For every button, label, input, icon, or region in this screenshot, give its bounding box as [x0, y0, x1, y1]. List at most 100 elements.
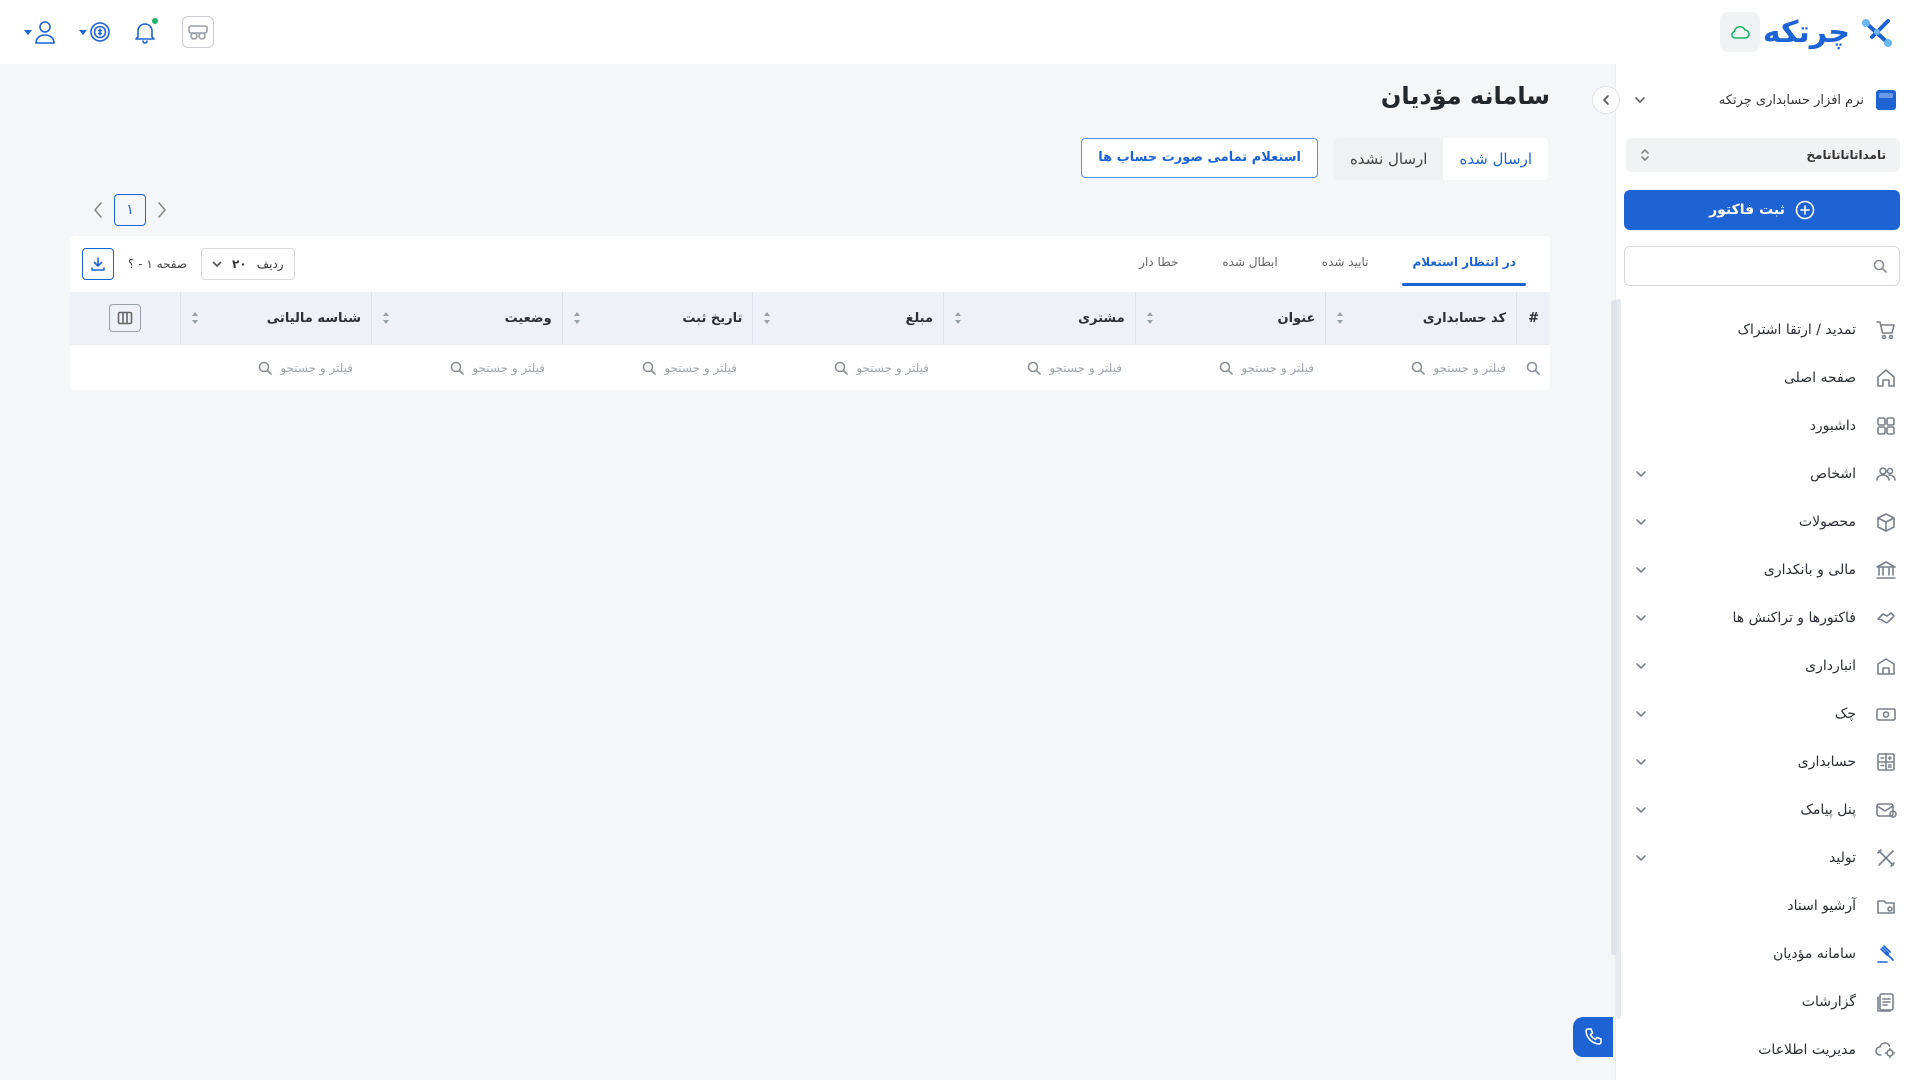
notifications-button[interactable] [134, 12, 160, 52]
column-header-tax-id[interactable]: شناسه مالیاتی [180, 292, 371, 344]
sidebar-item-cheque[interactable]: چک [1615, 690, 1920, 738]
sidebar-item-finance[interactable]: مالی و بانکداری [1615, 546, 1920, 594]
top-actions [24, 12, 214, 52]
user-menu-button[interactable] [24, 12, 57, 52]
sidebar-item-products[interactable]: محصولات [1615, 498, 1920, 546]
sidebar-item-invoices[interactable]: فاکتورها و تراکنش ها [1615, 594, 1920, 642]
tab-cancelled[interactable]: ابطال شده [1200, 238, 1299, 286]
bank-icon [1874, 558, 1898, 582]
sidebar-item-archive[interactable]: آرشیو اسناد [1615, 882, 1920, 930]
column-settings-button[interactable] [109, 304, 142, 332]
chevron-down-icon [1636, 567, 1646, 573]
cloud-sync-button[interactable] [1720, 12, 1760, 52]
tab-sent[interactable]: ارسال شده [1443, 138, 1548, 180]
sidebar-item-reports[interactable]: گزارشات [1615, 978, 1920, 1026]
sidebar-item-label: تمدید / ارتقا اشتراک [1737, 322, 1856, 338]
tab-with-errors[interactable]: خطا دار [1117, 238, 1200, 286]
tools-icon [1874, 846, 1898, 870]
brand-logo[interactable]: چرتکه [1763, 10, 1894, 54]
filter-input-tax-id[interactable]: فیلتر و جستجو [171, 345, 363, 391]
column-label: عنوان [1277, 310, 1316, 326]
columns-icon [117, 311, 133, 325]
column-header-title[interactable]: عنوان [1134, 292, 1326, 344]
sidebar-item-sms[interactable]: پنل پیامک [1615, 786, 1920, 834]
column-header-customer[interactable]: مشتری [943, 292, 1135, 344]
finance-menu-button[interactable] [79, 12, 112, 52]
filter-placeholder: فیلتر و جستجو [664, 361, 737, 375]
brand-name: چرتکه [1762, 14, 1851, 50]
chevron-down-icon [1636, 663, 1646, 669]
sidebar-search-input[interactable] [1624, 246, 1900, 286]
column-header-date[interactable]: تاریخ ثبت [561, 292, 753, 344]
company-switcher[interactable]: نرم افزار حسابداری چرتکه [1634, 84, 1896, 116]
sidebar-item-accounting[interactable]: حسابداری [1615, 738, 1920, 786]
column-header-accounting-code[interactable]: کد حسابداری [1325, 292, 1516, 344]
page-title: سامانه مؤدیان [1380, 82, 1550, 110]
filter-input-date[interactable]: فیلتر و جستجو [555, 345, 747, 391]
search-icon [1526, 361, 1540, 375]
rows-value: ۲۰ [232, 257, 247, 271]
company-name: نرم افزار حسابداری چرتکه [1718, 92, 1864, 108]
support-box [182, 16, 214, 48]
sidebar-item-label: محصولات [1798, 514, 1856, 530]
sidebar-item-label: گزارشات [1801, 994, 1856, 1010]
glasses-icon [188, 25, 208, 40]
column-label: کد حسابداری [1422, 310, 1507, 326]
sidebar-item-people[interactable]: اشخاص [1615, 450, 1920, 498]
chevron-left-icon[interactable] [92, 201, 104, 219]
sidebar-item-label: تولید [1829, 850, 1856, 866]
sidebar-item-home[interactable]: صفحه اصلی [1615, 354, 1920, 402]
sidebar-item-taxpayer-system[interactable]: سامانه مؤدیان [1615, 930, 1920, 978]
sidebar-item-data-management[interactable]: مدیریت اطلاعات [1615, 1026, 1920, 1074]
main-scrollbar[interactable] [1611, 300, 1617, 955]
filter-input-title[interactable]: فیلتر و جستجو [1132, 345, 1324, 391]
create-invoice-button[interactable]: ثبت فاکتور [1624, 190, 1900, 230]
filter-input-amount[interactable]: فیلتر و جستجو [747, 345, 939, 391]
chevron-right-icon[interactable] [156, 201, 168, 219]
reports-icon [1874, 990, 1898, 1014]
column-header-status[interactable]: وضعیت [370, 292, 562, 344]
filter-cell-hash[interactable] [1516, 345, 1550, 391]
column-label: شناسه مالیاتی [266, 310, 361, 326]
filter-placeholder: فیلتر و جستجو [1049, 361, 1122, 375]
data-settings-icon [1874, 1038, 1898, 1062]
page-number[interactable]: ۱ [114, 194, 146, 226]
sidebar-item-warehouse[interactable]: انبارداری [1615, 642, 1920, 690]
sidebar-item-subscription[interactable]: تمدید / ارتقا اشتراک [1615, 306, 1920, 354]
inquiry-all-invoices-button[interactable]: استعلام تمامی صورت حساب ها [1081, 138, 1318, 178]
chevron-down-icon [1636, 711, 1646, 717]
fiscal-year-select[interactable]: تامداتاتاتاتامخ [1626, 138, 1900, 172]
sidebar-item-label: چک [1834, 706, 1856, 722]
support-button[interactable] [182, 12, 214, 52]
filter-input-accounting-code[interactable]: فیلتر و جستجو [1324, 345, 1516, 391]
tab-approved[interactable]: تایید شده [1300, 238, 1391, 286]
filter-input-status[interactable]: فیلتر و جستجو [363, 345, 555, 391]
search-icon [1873, 259, 1887, 273]
sidebar-item-dashboard[interactable]: داشبورد [1615, 402, 1920, 450]
sidebar-item-label: آرشیو اسناد [1787, 898, 1856, 914]
chevron-down-icon [1636, 855, 1646, 861]
cart-icon [1874, 318, 1898, 342]
sidebar: نرم افزار حسابداری چرتکه تامداتاتاتاتامخ… [1615, 64, 1920, 1080]
caret-down-icon [79, 29, 87, 35]
tab-awaiting-inquiry[interactable]: در انتظار استعلام [1390, 238, 1538, 286]
sidebar-collapse-button[interactable] [1592, 86, 1620, 114]
sidebar-item-production[interactable]: تولید [1615, 834, 1920, 882]
column-header-amount[interactable]: مبلغ [752, 292, 943, 344]
dashboard-icon [1874, 414, 1898, 438]
filter-input-customer[interactable]: فیلتر و جستجو [939, 345, 1132, 391]
tab-not-sent[interactable]: ارسال نشده [1334, 138, 1444, 180]
gavel-icon [1874, 942, 1898, 966]
sidebar-item-label: داشبورد [1809, 418, 1856, 434]
filter-placeholder: فیلتر و جستجو [1433, 361, 1506, 375]
download-button[interactable] [82, 248, 114, 280]
contact-support-button[interactable] [1573, 1017, 1613, 1057]
search-icon [1412, 361, 1426, 375]
column-label: مبلغ [905, 310, 934, 326]
chevron-down-icon [1635, 97, 1645, 103]
sidebar-item-label: مدیریت اطلاعات [1758, 1042, 1856, 1058]
sort-icon [382, 312, 389, 324]
rows-per-page-select[interactable]: ردیف ۲۰ [201, 248, 295, 280]
filter-row: فیلتر و جستجو فیلتر و جستجو فیلتر و جستج… [70, 344, 1550, 390]
plus-circle-icon [1795, 200, 1815, 220]
